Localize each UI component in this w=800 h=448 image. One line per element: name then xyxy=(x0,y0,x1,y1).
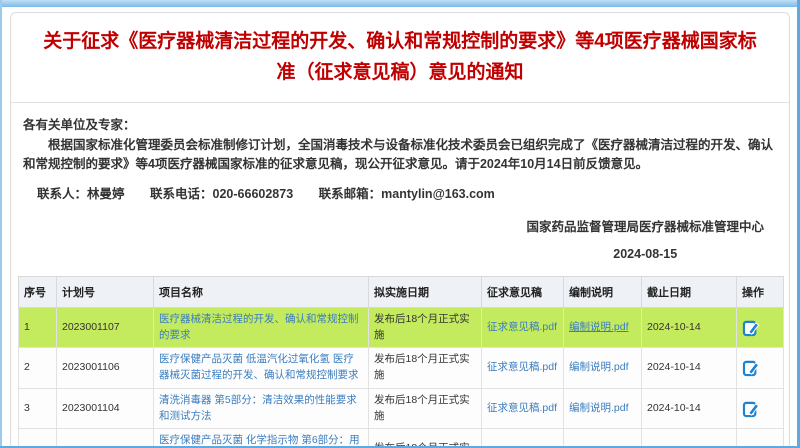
table-header-row: 序号 计划号 项目名称 拟实施日期 征求意见稿 编制说明 截止日期 操作 xyxy=(19,276,784,307)
contact-person-value: 林曼婷 xyxy=(87,187,125,201)
issue-date: 2024-08-15 xyxy=(526,241,764,267)
notice-sheet: 关于征求《医疗器械清洁过程的开发、确认和常规控制的要求》等4项医疗器械国家标准（… xyxy=(10,12,790,446)
table-row: 3 2023001104 清洗消毒器 第5部分：清洁效果的性能要求和测试方法 发… xyxy=(19,388,784,429)
cell-deadline: 2024-10-14 xyxy=(642,348,737,389)
col-draft: 征求意见稿 xyxy=(482,276,564,307)
cell-plan-no: 2023001103 xyxy=(57,429,154,446)
project-name-link[interactable]: 医疗保健产品灭菌 低温汽化过氧化氢 医疗器械灭菌过程的开发、确认和常规控制要求 xyxy=(159,353,359,381)
issuer-name: 国家药品监督管理局医疗器械标准管理中心 xyxy=(526,214,764,240)
col-note: 编制说明 xyxy=(564,276,642,307)
notice-body: 各有关单位及专家： 根据国家标准化管理委员会标准制修订计划，全国消毒技术与设备标… xyxy=(11,103,789,203)
cell-plan-no: 2023001107 xyxy=(57,307,154,348)
cell-deadline: 2024-10-14 xyxy=(642,307,737,348)
contact-phone: 联系电话：020-66602873 xyxy=(150,187,293,201)
notice-paragraph: 根据国家标准化管理委员会标准制修订计划，全国消毒技术与设备标准化技术委员会已组织… xyxy=(23,136,777,175)
edit-icon[interactable] xyxy=(742,400,760,418)
contact-phone-value: 020-66602873 xyxy=(213,187,294,201)
project-name-link[interactable]: 医疗保健产品灭菌 化学指示物 第6部分：用于小型蒸汽灭菌器性能测试的二类指示物和… xyxy=(159,434,360,446)
contact-phone-label: 联系电话： xyxy=(150,187,213,201)
col-deadline: 截止日期 xyxy=(642,276,737,307)
draft-pdf-link[interactable]: 征求意见稿.pdf xyxy=(487,361,557,373)
standards-table: 序号 计划号 项目名称 拟实施日期 征求意见稿 编制说明 截止日期 操作 1 2… xyxy=(18,276,784,446)
contact-person-label: 联系人： xyxy=(37,187,87,201)
table-row: 2 2023001106 医疗保健产品灭菌 低温汽化过氧化氢 医疗器械灭菌过程的… xyxy=(19,348,784,389)
contact-person: 联系人：林曼婷 xyxy=(37,187,125,201)
col-seq: 序号 xyxy=(19,276,57,307)
note-pdf-link[interactable]: 编制说明.pdf xyxy=(569,321,629,333)
cell-impl-date: 发布后18个月正式实施 xyxy=(369,307,482,348)
salutation: 各有关单位及专家： xyxy=(23,114,777,133)
cell-impl-date: 发布后18个月正式实施 xyxy=(369,388,482,429)
edit-icon[interactable] xyxy=(742,319,760,337)
window-top-band xyxy=(0,0,800,7)
cell-plan-no: 2023001106 xyxy=(57,348,154,389)
edit-icon[interactable] xyxy=(742,359,760,377)
contact-email-value: mantylin@163.com xyxy=(381,187,495,201)
cell-deadline: 2024-10-14 xyxy=(642,388,737,429)
cell-seq: 3 xyxy=(19,388,57,429)
cell-seq: 1 xyxy=(19,307,57,348)
contact-line: 联系人：林曼婷 联系电话：020-66602873 联系邮箱：mantylin@… xyxy=(37,183,777,202)
issuer-block: 国家药品监督管理局医疗器械标准管理中心 2024-08-15 xyxy=(526,214,764,267)
cell-seq: 4 xyxy=(19,429,57,446)
project-name-link[interactable]: 清洗消毒器 第5部分：清洁效果的性能要求和测试方法 xyxy=(159,394,357,422)
cell-plan-no: 2023001104 xyxy=(57,388,154,429)
project-name-link[interactable]: 医疗器械清洁过程的开发、确认和常规控制的要求 xyxy=(159,313,359,341)
col-action: 操作 xyxy=(737,276,784,307)
col-impl-date: 拟实施日期 xyxy=(369,276,482,307)
draft-pdf-link[interactable]: 征求意见稿.pdf xyxy=(487,402,557,414)
page-title: 关于征求《医疗器械清洁过程的开发、确认和常规控制的要求》等4项医疗器械国家标准（… xyxy=(11,13,789,98)
contact-email: 联系邮箱：mantylin@163.com xyxy=(319,187,495,201)
table-row: 4 2023001103 医疗保健产品灭菌 化学指示物 第6部分：用于小型蒸汽灭… xyxy=(19,429,784,446)
note-pdf-link[interactable]: 编制说明.pdf xyxy=(569,361,629,373)
cell-impl-date: 发布后18个月正式实施 xyxy=(369,429,482,446)
note-pdf-link[interactable]: 编制说明.pdf xyxy=(569,402,629,414)
contact-email-label: 联系邮箱： xyxy=(319,187,382,201)
cell-impl-date: 发布后18个月正式实施 xyxy=(369,348,482,389)
draft-pdf-link[interactable]: 征求意见稿.pdf xyxy=(487,321,557,333)
cell-seq: 2 xyxy=(19,348,57,389)
col-plan-no: 计划号 xyxy=(57,276,154,307)
cell-deadline: 2024-10-14 xyxy=(642,429,737,446)
col-project-name: 项目名称 xyxy=(154,276,369,307)
table-row: 1 2023001107 医疗器械清洁过程的开发、确认和常规控制的要求 发布后1… xyxy=(19,307,784,348)
window-left-edge xyxy=(0,0,2,448)
